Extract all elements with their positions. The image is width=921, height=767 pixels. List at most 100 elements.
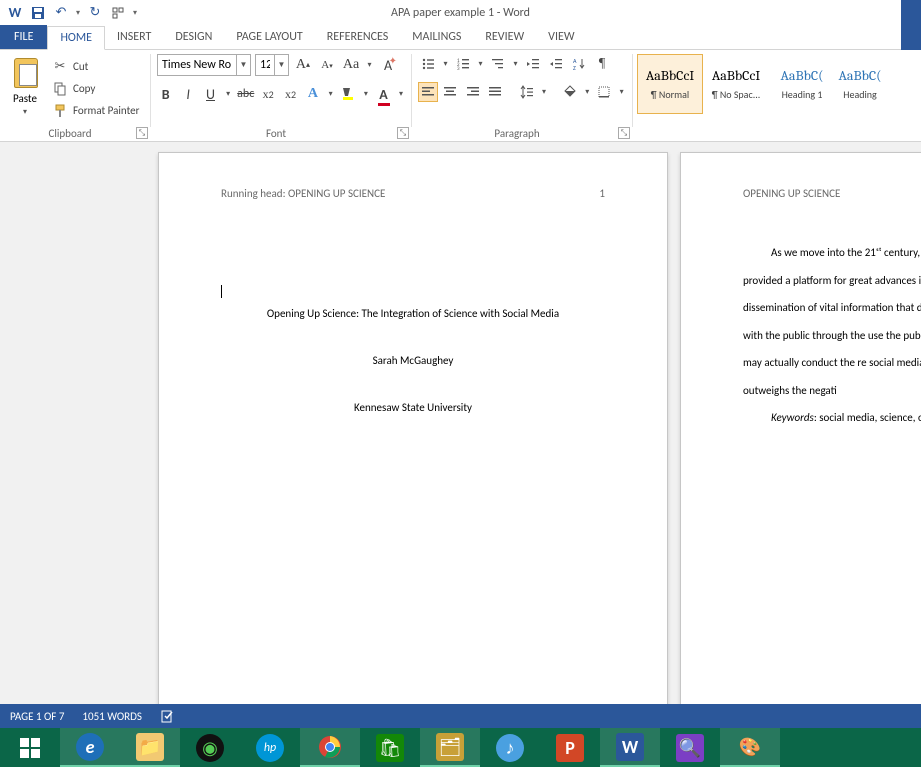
svg-text:3: 3 <box>457 66 460 71</box>
taskbar-itunes[interactable]: ♪ <box>480 728 540 767</box>
font-size-combo[interactable]: ▼ <box>255 54 289 76</box>
doc-author: Sarah McGaughey <box>221 354 605 367</box>
tab-references[interactable]: REFERENCES <box>315 25 401 49</box>
font-color-button[interactable]: A <box>375 84 392 104</box>
store-icon: 🛍 <box>376 734 404 762</box>
group-clipboard: Paste ▾ ✂Cut Copy Format Painter Clipboa… <box>0 50 150 141</box>
title-bar: W ↶ ▾ ↻ ▾ APA paper example 1 - Word <box>0 0 921 25</box>
paragraph-launcher[interactable]: ⤡ <box>618 127 630 139</box>
chevron-down-icon[interactable]: ▼ <box>274 55 288 75</box>
status-words[interactable]: 1051 WORDS <box>82 710 142 723</box>
style-no-spacing[interactable]: AaBbCcI¶ No Spac... <box>703 54 769 114</box>
status-bar: PAGE 1 OF 7 1051 WORDS <box>0 704 921 728</box>
running-head: OPENING UP SCIENCE <box>743 187 840 200</box>
taskbar: e 📁 ◉ hp 🛍 🗂 ♪ P W 🔍 🎨 <box>0 728 921 767</box>
bullets-button[interactable] <box>418 54 438 74</box>
tab-review[interactable]: REVIEW <box>473 25 536 49</box>
grow-font-button[interactable]: A▴ <box>293 55 313 75</box>
paste-button[interactable]: Paste ▾ <box>6 54 44 121</box>
align-center-button[interactable] <box>441 82 461 102</box>
taskbar-ie[interactable]: e <box>60 728 120 767</box>
numbering-button[interactable]: 123 <box>453 54 473 74</box>
tab-mailings[interactable]: MAILINGS <box>400 25 473 49</box>
chevron-down-icon[interactable]: ▾ <box>617 87 626 97</box>
tab-design[interactable]: DESIGN <box>163 25 224 49</box>
cut-button[interactable]: ✂Cut <box>48 56 143 77</box>
text-effects-button[interactable]: A <box>304 84 321 104</box>
taskbar-hp[interactable]: hp <box>240 728 300 767</box>
tab-home[interactable]: HOME <box>47 26 105 50</box>
camera-icon: ◉ <box>196 734 224 762</box>
status-page[interactable]: PAGE 1 OF 7 <box>10 710 64 723</box>
subscript-button[interactable]: x2 <box>259 84 276 104</box>
change-case-button[interactable]: Aa <box>341 55 361 75</box>
taskbar-app1[interactable]: 🗂 <box>420 728 480 767</box>
chevron-down-icon[interactable]: ▾ <box>397 89 405 99</box>
page-body[interactable]: As we move into the 21ˢᵗ century, social… <box>743 239 921 432</box>
chevron-down-icon[interactable]: ▾ <box>224 89 232 99</box>
chevron-down-icon[interactable]: ▾ <box>327 89 335 99</box>
tab-view[interactable]: VIEW <box>536 25 586 49</box>
keywords-line: Keywords: social media, science, crow <box>743 404 921 432</box>
borders-button[interactable] <box>595 82 615 102</box>
folder-icon: 📁 <box>136 733 164 761</box>
multilevel-button[interactable] <box>488 54 508 74</box>
shrink-font-button[interactable]: A▾ <box>317 55 337 75</box>
sort-button[interactable]: AZ <box>569 54 589 74</box>
chevron-down-icon[interactable]: ▼ <box>236 55 250 75</box>
taskbar-store[interactable]: 🛍 <box>360 728 420 767</box>
page-1[interactable]: Running head: OPENING UP SCIENCE 1 Openi… <box>158 152 668 704</box>
chevron-down-icon[interactable]: ▾ <box>365 60 374 70</box>
chevron-down-icon[interactable]: ▾ <box>583 87 592 97</box>
shading-button[interactable] <box>560 82 580 102</box>
taskbar-camera[interactable]: ◉ <box>180 728 240 767</box>
taskbar-word[interactable]: W <box>600 728 660 767</box>
chevron-down-icon[interactable]: ▾ <box>511 59 520 69</box>
underline-button[interactable]: U <box>202 84 219 104</box>
italic-button[interactable]: I <box>179 84 196 104</box>
align-right-button[interactable] <box>463 82 483 102</box>
page-body[interactable]: Opening Up Science: The Integration of S… <box>221 283 605 448</box>
chevron-down-icon[interactable]: ▾ <box>540 87 549 97</box>
copy-button[interactable]: Copy <box>48 78 143 99</box>
font-size-input[interactable] <box>256 55 274 75</box>
copy-icon <box>52 81 68 97</box>
font-name-combo[interactable]: ▼ <box>157 54 251 76</box>
chevron-down-icon[interactable]: ▾ <box>441 59 450 69</box>
format-painter-button[interactable]: Format Painter <box>48 100 143 121</box>
clear-format-button[interactable]: A✦ <box>378 55 398 75</box>
chevron-down-icon[interactable]: ▾ <box>362 89 370 99</box>
superscript-button[interactable]: x2 <box>282 84 299 104</box>
group-label-font: Font <box>151 127 401 140</box>
style-gallery[interactable]: AaBbCcI¶ Normal AaBbCcI¶ No Spac... AaBb… <box>633 52 921 114</box>
taskbar-chrome[interactable] <box>300 728 360 767</box>
bold-button[interactable]: B <box>157 84 174 104</box>
chevron-down-icon[interactable]: ▾ <box>476 59 485 69</box>
strikethrough-button[interactable]: abc <box>237 84 254 104</box>
increase-indent-button[interactable] <box>546 54 566 74</box>
justify-button[interactable] <box>486 82 506 102</box>
taskbar-powerpoint[interactable]: P <box>540 728 600 767</box>
font-name-input[interactable] <box>158 55 236 75</box>
tab-file[interactable]: FILE <box>0 25 47 49</box>
taskbar-paint[interactable]: 🎨 <box>720 728 780 767</box>
clipboard-launcher[interactable]: ⤡ <box>136 127 148 139</box>
line-spacing-button[interactable] <box>517 82 537 102</box>
highlight-button[interactable] <box>340 84 357 104</box>
style-normal[interactable]: AaBbCcI¶ Normal <box>637 54 703 114</box>
style-heading[interactable]: AaBbC(Heading <box>835 54 885 114</box>
align-left-button[interactable] <box>418 82 438 102</box>
taskbar-search[interactable]: 🔍 <box>660 728 720 767</box>
show-hide-button[interactable]: ¶ <box>592 54 612 74</box>
tab-page-layout[interactable]: PAGE LAYOUT <box>224 25 314 49</box>
decrease-indent-button[interactable] <box>523 54 543 74</box>
tab-insert[interactable]: INSERT <box>105 25 163 49</box>
page-2[interactable]: OPENING UP SCIENCE As we move into the 2… <box>680 152 921 704</box>
document-area[interactable]: Running head: OPENING UP SCIENCE 1 Openi… <box>0 142 921 704</box>
taskbar-explorer[interactable]: 📁 <box>120 728 180 767</box>
style-heading-1[interactable]: AaBbC(Heading 1 <box>769 54 835 114</box>
paste-label: Paste <box>13 92 37 105</box>
start-button[interactable] <box>0 728 60 767</box>
spellcheck-icon[interactable] <box>160 708 176 724</box>
font-launcher[interactable]: ⤡ <box>397 127 409 139</box>
